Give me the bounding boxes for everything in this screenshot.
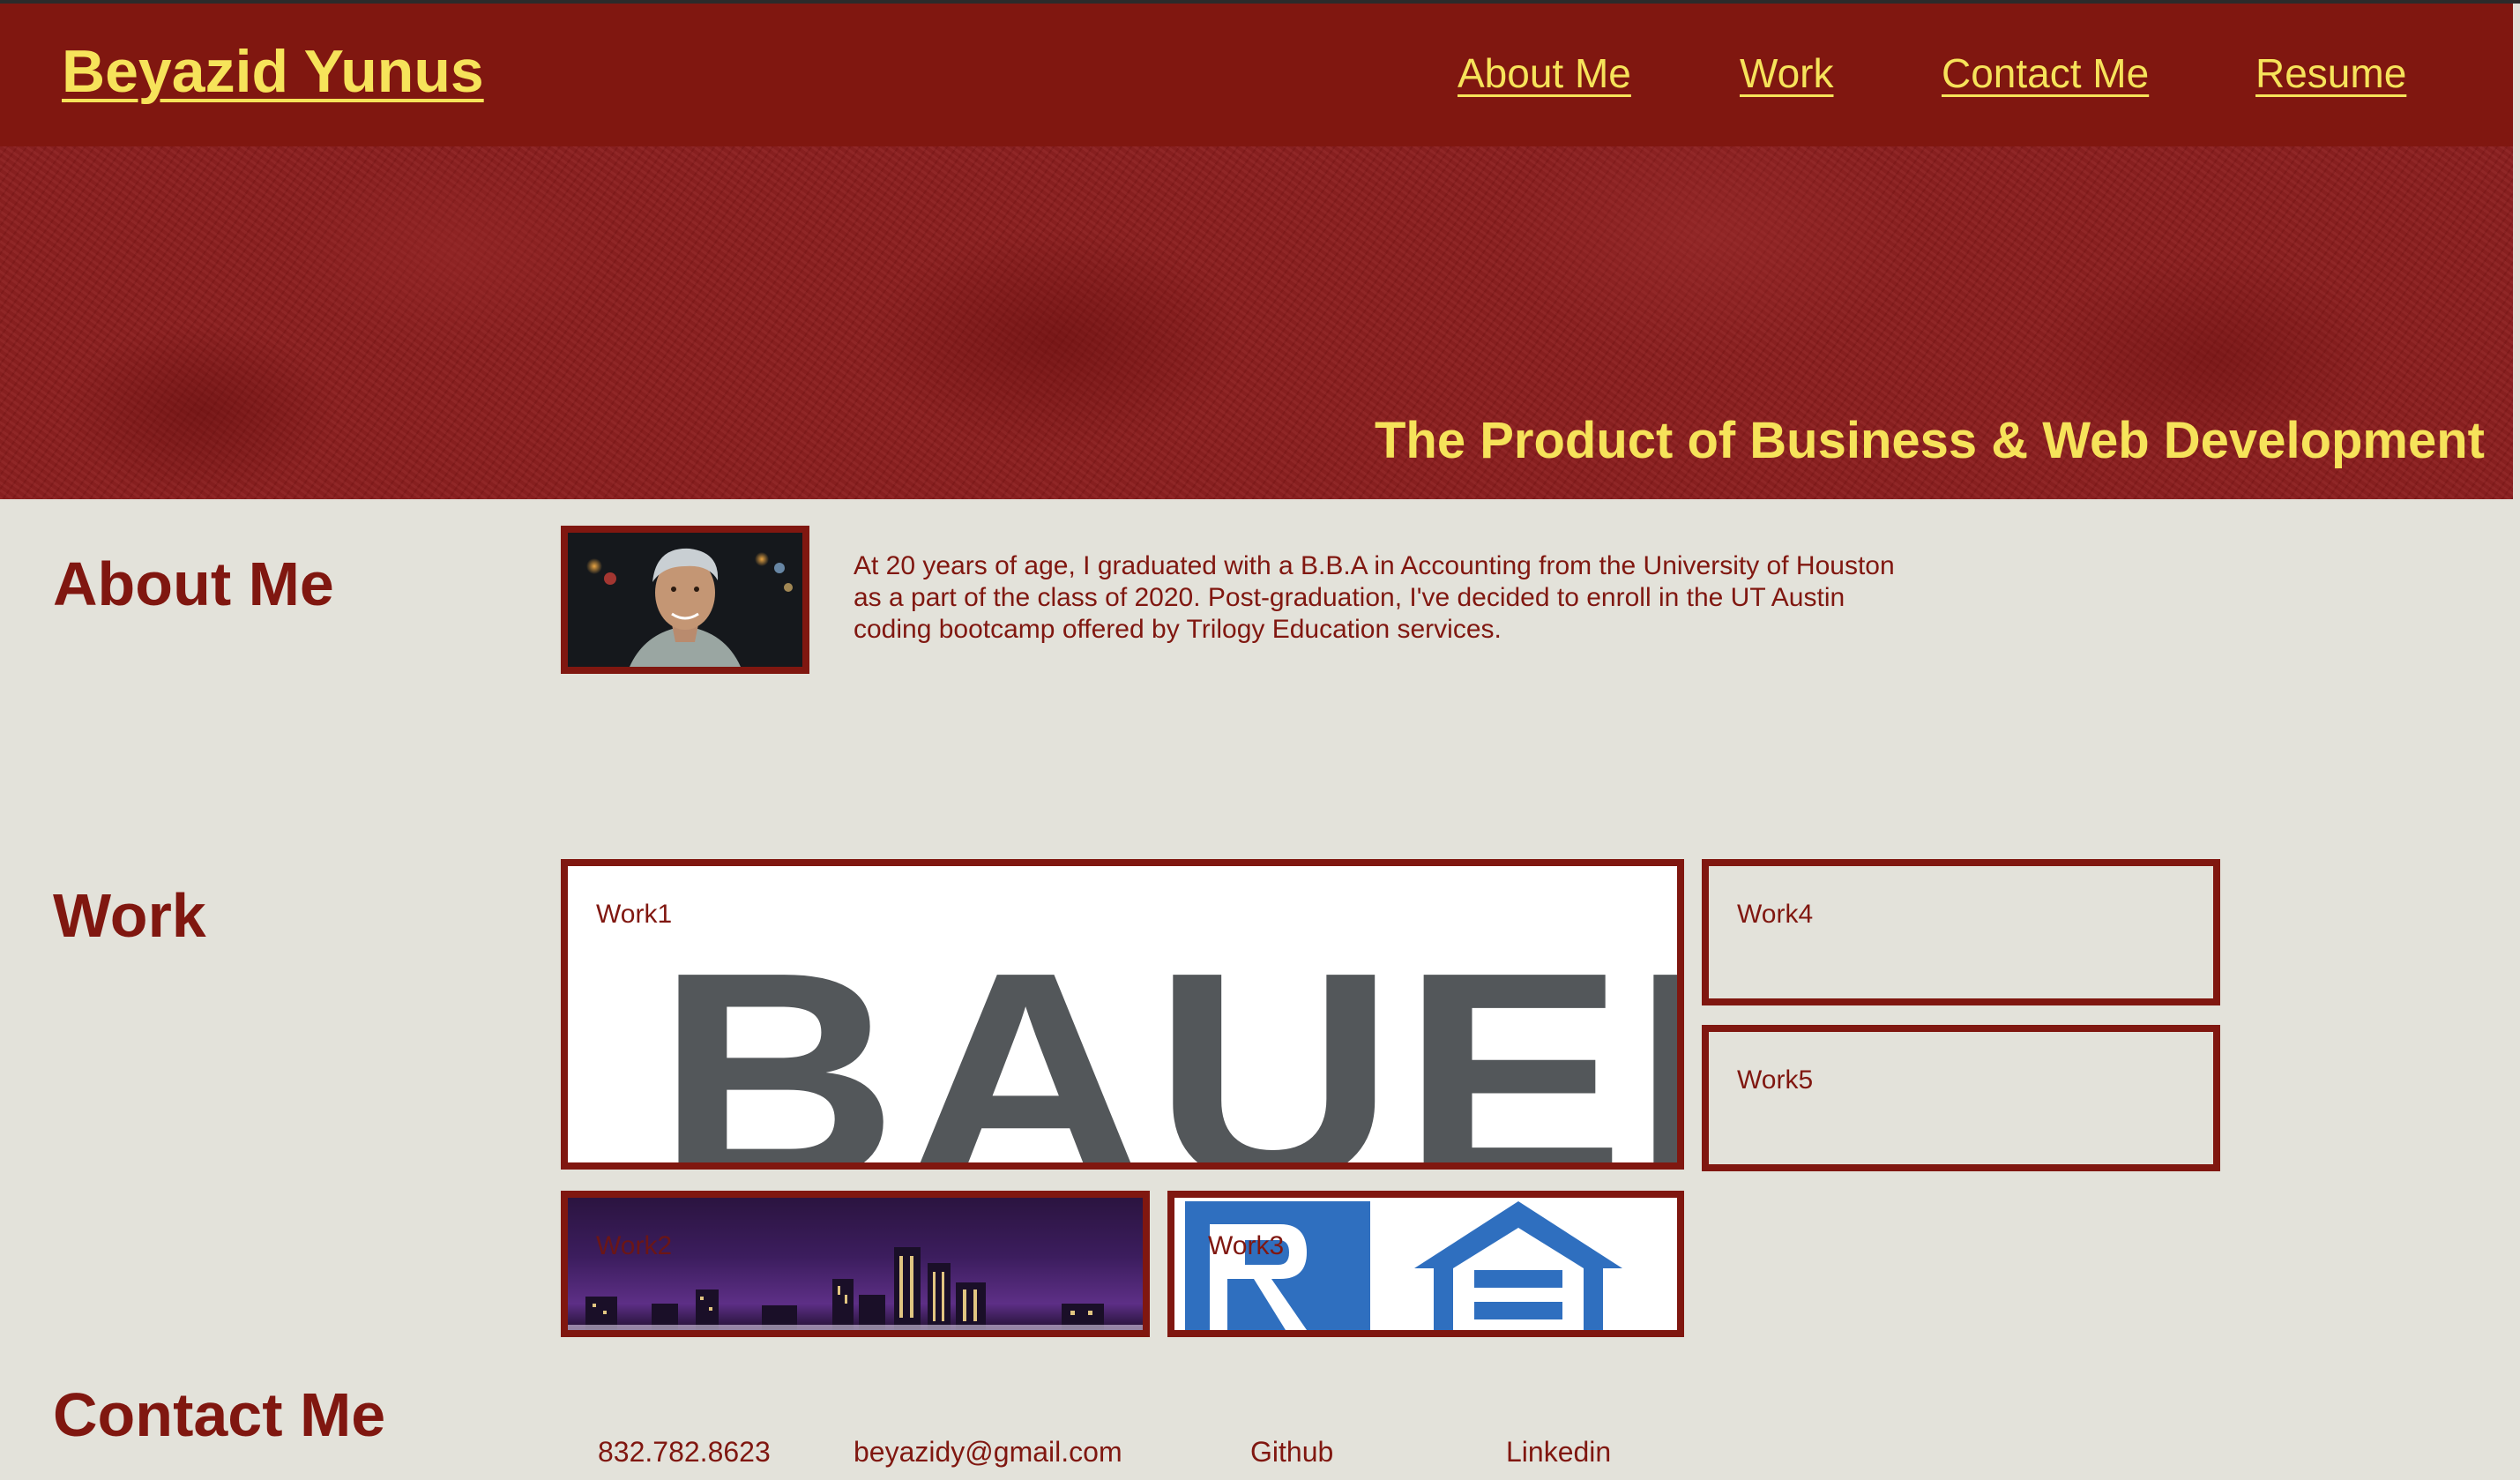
work-card-4-label: Work4 (1737, 900, 1814, 929)
nav-work[interactable]: Work (1740, 49, 1834, 97)
contact-email[interactable]: beyazidy@gmail.com (854, 1436, 1122, 1469)
profile-photo-graphic (568, 533, 802, 667)
work-card-5-label: Work5 (1737, 1065, 1814, 1095)
about-description: At 20 years of age, I graduated with a B… (854, 551, 1895, 644)
contact-linkedin[interactable]: Linkedin (1506, 1436, 1611, 1469)
brand-link[interactable]: Beyazid Yunus (62, 37, 484, 106)
work-card-2[interactable]: Work2 (561, 1191, 1150, 1337)
profile-photo (561, 526, 809, 674)
work-card-5[interactable]: Work5 (1702, 1025, 2220, 1171)
nav-contact-me[interactable]: Contact Me (1942, 49, 2149, 97)
nav-about-me[interactable]: About Me (1458, 49, 1631, 97)
site-header: Beyazid Yunus About Me Work Contact Me R… (0, 4, 2513, 146)
skyline-graphic (568, 1247, 1143, 1330)
contact-phone[interactable]: 832.782.8623 (598, 1436, 771, 1469)
contact-github[interactable]: Github (1250, 1436, 1333, 1469)
about-section-title: About Me (53, 549, 334, 618)
city-skyline-image (568, 1198, 1143, 1330)
work-card-1[interactable]: Work1 BAUER (561, 859, 1684, 1170)
nav-resume[interactable]: Resume (2255, 49, 2406, 97)
realtor-logo-graphic (1185, 1201, 1622, 1330)
work-card-3[interactable]: Work3 (1167, 1191, 1684, 1337)
work-card-4[interactable]: Work4 (1702, 859, 2220, 1005)
work-card-2-label: Work2 (596, 1231, 673, 1260)
bauer-logo: BAUER (656, 910, 1677, 1170)
hero-banner: The Product of Business & Web Developmen… (0, 146, 2513, 499)
work-card-3-label: Work3 (1208, 1231, 1285, 1260)
work-section-title: Work (53, 881, 206, 950)
contact-section-title: Contact Me (53, 1380, 386, 1449)
hero-tagline: The Product of Business & Web Developmen… (1374, 412, 2485, 469)
work-card-1-label: Work1 (596, 900, 673, 929)
